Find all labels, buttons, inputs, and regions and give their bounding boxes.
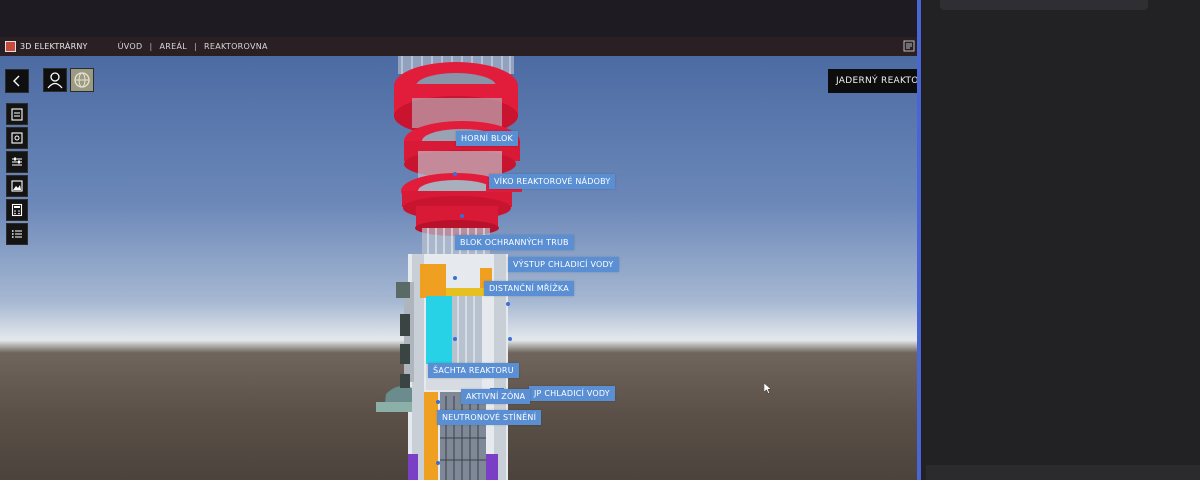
toolbar-sliders-button[interactable] (6, 151, 28, 173)
3d-viewport[interactable]: JADERNÝ REAKTOR HORNÍ BLOK VÍKO REAKTORO… (0, 56, 917, 480)
breadcrumb: ÚVOD | AREÁL | REAKTOROVNA (118, 42, 275, 51)
sliders-icon (12, 157, 22, 166)
clipboard-icon (11, 108, 23, 121)
label-aktivni-zona[interactable]: AKTIVNÍ ZÓNA (461, 389, 531, 404)
settings-icon[interactable] (903, 40, 915, 52)
map-icon (11, 132, 23, 144)
breadcrumb-areal[interactable]: AREÁL (159, 42, 187, 51)
breadcrumb-reaktorovna[interactable]: REAKTOROVNA (204, 42, 268, 51)
toolbar-calculator-button[interactable] (6, 199, 28, 221)
image-icon (11, 180, 23, 192)
breadcrumb-separator: | (193, 42, 197, 51)
right-panel-card[interactable] (940, 0, 1148, 10)
label-blok-ochrannych-trub[interactable]: BLOK OCHRANNÝCH TRUB (455, 235, 574, 250)
top-strip (0, 0, 918, 37)
list-icon (11, 230, 22, 238)
toolbar-image-button[interactable] (6, 175, 28, 197)
back-button[interactable] (5, 69, 29, 93)
calculator-icon (11, 203, 23, 217)
label-neutronove-stineni[interactable]: NEUTRONOVÉ STÍNĚNÍ (437, 410, 542, 425)
upper-block-red-rings (394, 62, 522, 236)
breadcrumb-separator: | (149, 42, 153, 51)
person-icon (47, 72, 63, 89)
back-arrow-icon (13, 75, 20, 87)
label-vystup-chladici-vody[interactable]: VÝSTUP CHLADICÍ VODY (508, 257, 619, 272)
app-logo-icon (5, 41, 16, 52)
right-panel (922, 0, 1200, 480)
label-vstup-chladici-vody[interactable]: JP CHLADICÍ VODY (529, 386, 615, 401)
label-viko-reaktorove-nadoby[interactable]: VÍKO REAKTOROVÉ NÁDOBY (489, 174, 616, 189)
label-sachta-reaktoru[interactable]: ŠACHTA REAKTORU (428, 363, 519, 378)
label-horni-blok[interactable]: HORNÍ BLOK (456, 131, 518, 146)
toolbar-clipboard-button[interactable] (6, 103, 28, 125)
mouse-cursor-icon (764, 383, 772, 394)
toolbar-list-button[interactable] (6, 223, 28, 245)
globe-button[interactable] (70, 68, 94, 92)
component-title-label: JADERNÝ REAKTOR (828, 69, 917, 93)
app-window: 3D ELEKTRÁRNY ÚVOD | AREÁL | REAKTOROVNA (0, 37, 917, 480)
app-bar: 3D ELEKTRÁRNY ÚVOD | AREÁL | REAKTOROVNA (0, 37, 917, 56)
breadcrumb-uvod[interactable]: ÚVOD (118, 42, 143, 51)
window-divider[interactable] (917, 0, 921, 480)
app-title: 3D ELEKTRÁRNY (20, 42, 88, 51)
screen: 3D ELEKTRÁRNY ÚVOD | AREÁL | REAKTOROVNA (0, 0, 1200, 480)
label-distancni-mrizka[interactable]: DISTANČNÍ MŘÍŽKA (484, 281, 574, 296)
person-button[interactable] (43, 68, 67, 92)
right-panel-bottom-bar (926, 465, 1200, 480)
toolbar-map-button[interactable] (6, 127, 28, 149)
globe-icon (74, 72, 90, 88)
